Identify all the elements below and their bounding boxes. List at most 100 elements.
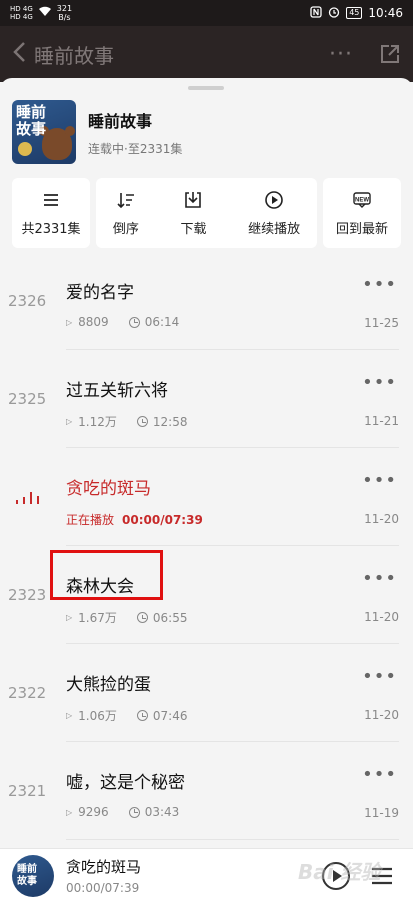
action-group: 倒序 下载 继续播放	[96, 178, 317, 248]
episode-title: 大熊捡的蛋	[66, 675, 151, 695]
play-count: 8809	[78, 315, 109, 329]
play-count: 1.67万	[78, 611, 117, 625]
episode-info: ▷ 8809 06:14	[66, 315, 179, 329]
episode-title: 爱的名字	[66, 283, 134, 303]
mini-player[interactable]: 睡前 故事 贪吃的斑马 00:00/07:39	[0, 848, 413, 902]
now-playing-label: 正在播放	[66, 513, 115, 527]
episode-count-button[interactable]: 共2331集	[12, 178, 90, 248]
highlight-box	[50, 550, 163, 600]
episode-row[interactable]: 2325 过五关斩六将 ••• ▷ 1.12万 12:58 11-21	[0, 350, 413, 448]
player-cover-text: 睡前 故事	[17, 863, 37, 887]
episode-number: 2326	[8, 292, 47, 310]
app-bar: 睡前故事 ···	[0, 26, 413, 82]
sort-icon	[117, 192, 134, 208]
more-icon[interactable]: •••	[362, 274, 397, 295]
player-title: 贪吃的斑马	[66, 858, 142, 876]
divider	[66, 839, 399, 840]
episode-number: 2321	[8, 782, 47, 800]
album-header: 睡前 故事 睡前故事 连载中·至2331集	[12, 100, 182, 164]
more-icon[interactable]: •••	[362, 764, 397, 785]
episode-row[interactable]: 2321 嘘，这是个秘密 ••• ▷ 9296 03:43 11-19	[0, 742, 413, 840]
continue-play-label: 继续播放	[248, 221, 301, 237]
play-count: 9296	[78, 805, 109, 819]
new-badge-text: NEW	[355, 197, 369, 203]
episode-row[interactable]: 2326 爱的名字 ••• ▷ 8809 06:14 11-25	[0, 252, 413, 350]
play-count-icon: ▷	[66, 613, 73, 622]
more-icon[interactable]: •••	[362, 372, 397, 393]
player-time: 00:00/07:39	[66, 881, 140, 895]
play-count-icon: ▷	[66, 417, 73, 426]
episode-list: 2326 爱的名字 ••• ▷ 8809 06:14 11-25 2325 过五…	[0, 252, 413, 840]
network-speed: 321 B/s	[57, 4, 72, 22]
play-circle-icon	[265, 190, 283, 209]
duration: 06:55	[152, 610, 188, 625]
duration: 12:58	[152, 414, 188, 429]
status-bar: HD 4G HD 4G 321 B/s 45 10:46	[0, 0, 413, 26]
duration: 06:14	[144, 315, 180, 329]
duration: 07:46	[152, 708, 188, 723]
play-count: 1.12万	[78, 415, 117, 429]
cover-lamp	[18, 142, 32, 156]
album-cover: 睡前 故事	[12, 100, 76, 164]
player-cover: 睡前 故事	[12, 854, 54, 897]
episode-title: 贪吃的斑马	[66, 479, 151, 499]
download-label: 下载	[180, 221, 207, 237]
duration-icon	[136, 612, 148, 623]
more-icon[interactable]: •••	[362, 470, 397, 491]
duration-icon	[136, 416, 148, 427]
episode-row-playing[interactable]: 贪吃的斑马 ••• 正在播放 00:00/07:39 11-20	[0, 448, 413, 546]
album-name: 睡前故事	[88, 112, 153, 131]
back-to-latest-button[interactable]: NEW 回到最新	[323, 178, 401, 248]
play-count: 1.06万	[78, 709, 117, 723]
episode-row[interactable]: 2323 森林大会 ••• ▷ 1.67万 06:55 11-20	[0, 546, 413, 644]
drag-handle[interactable]	[188, 86, 224, 90]
episode-number: 2322	[8, 684, 47, 702]
episode-info: ▷ 1.12万 12:58	[66, 413, 187, 430]
more-icon[interactable]: •••	[362, 666, 397, 687]
play-progress: 00:00/07:39	[122, 512, 203, 527]
network-top-label: HD 4G	[10, 5, 33, 13]
episode-date: 11-20	[364, 708, 399, 722]
wifi-icon	[38, 6, 52, 20]
battery-icon: 45	[346, 7, 363, 19]
episode-info: ▷ 1.06万 07:46	[66, 707, 187, 724]
episode-title: 过五关斩六将	[66, 381, 168, 401]
play-count-icon: ▷	[66, 317, 73, 327]
episode-row[interactable]: 2322 大熊捡的蛋 ••• ▷ 1.06万 07:46 11-20	[0, 644, 413, 742]
app-bar-title: 睡前故事	[34, 43, 114, 68]
more-options-icon[interactable]: ···	[329, 42, 353, 67]
clock-time: 10:46	[368, 6, 403, 20]
back-icon[interactable]	[12, 41, 26, 67]
list-icon	[44, 193, 58, 206]
duration-icon	[128, 806, 140, 818]
play-button[interactable]	[322, 862, 350, 890]
episode-info: ▷ 9296 03:43	[66, 805, 179, 819]
album-status: 连载中·至2331集	[88, 142, 183, 156]
continue-play-button[interactable]: 继续播放	[248, 190, 300, 237]
speed-unit: B/s	[58, 13, 71, 22]
reverse-order-label: 倒序	[112, 221, 139, 237]
network-bottom-label: HD 4G	[10, 13, 33, 21]
playlist-icon[interactable]	[370, 865, 398, 887]
action-bar: 共2331集 倒序 下载 继续播放 NEW 回到最新	[12, 178, 401, 248]
reverse-order-button[interactable]: 倒序	[113, 190, 139, 237]
episode-title: 嘘，这是个秘密	[66, 773, 185, 793]
download-icon	[185, 191, 202, 208]
episode-info: 正在播放 00:00/07:39	[66, 511, 203, 528]
cover-bear	[39, 126, 75, 160]
alarm-icon	[328, 6, 340, 21]
episode-date: 11-21	[364, 414, 399, 428]
duration: 03:43	[144, 805, 180, 819]
more-icon[interactable]: •••	[362, 568, 397, 589]
episode-date: 11-25	[364, 316, 399, 330]
episode-number: 2323	[8, 586, 47, 604]
network-indicator: HD 4G HD 4G	[10, 5, 33, 21]
episode-date: 11-20	[364, 512, 399, 526]
playing-bars-icon	[16, 490, 39, 504]
episode-date: 11-20	[364, 610, 399, 624]
episode-info: ▷ 1.67万 06:55	[66, 609, 187, 626]
speed-value: 321	[56, 4, 73, 13]
download-button[interactable]: 下载	[180, 190, 206, 237]
episode-sheet: 睡前 故事 睡前故事 连载中·至2331集 共2331集 倒序 下载 继续播放	[0, 78, 413, 848]
share-icon[interactable]	[379, 43, 401, 65]
